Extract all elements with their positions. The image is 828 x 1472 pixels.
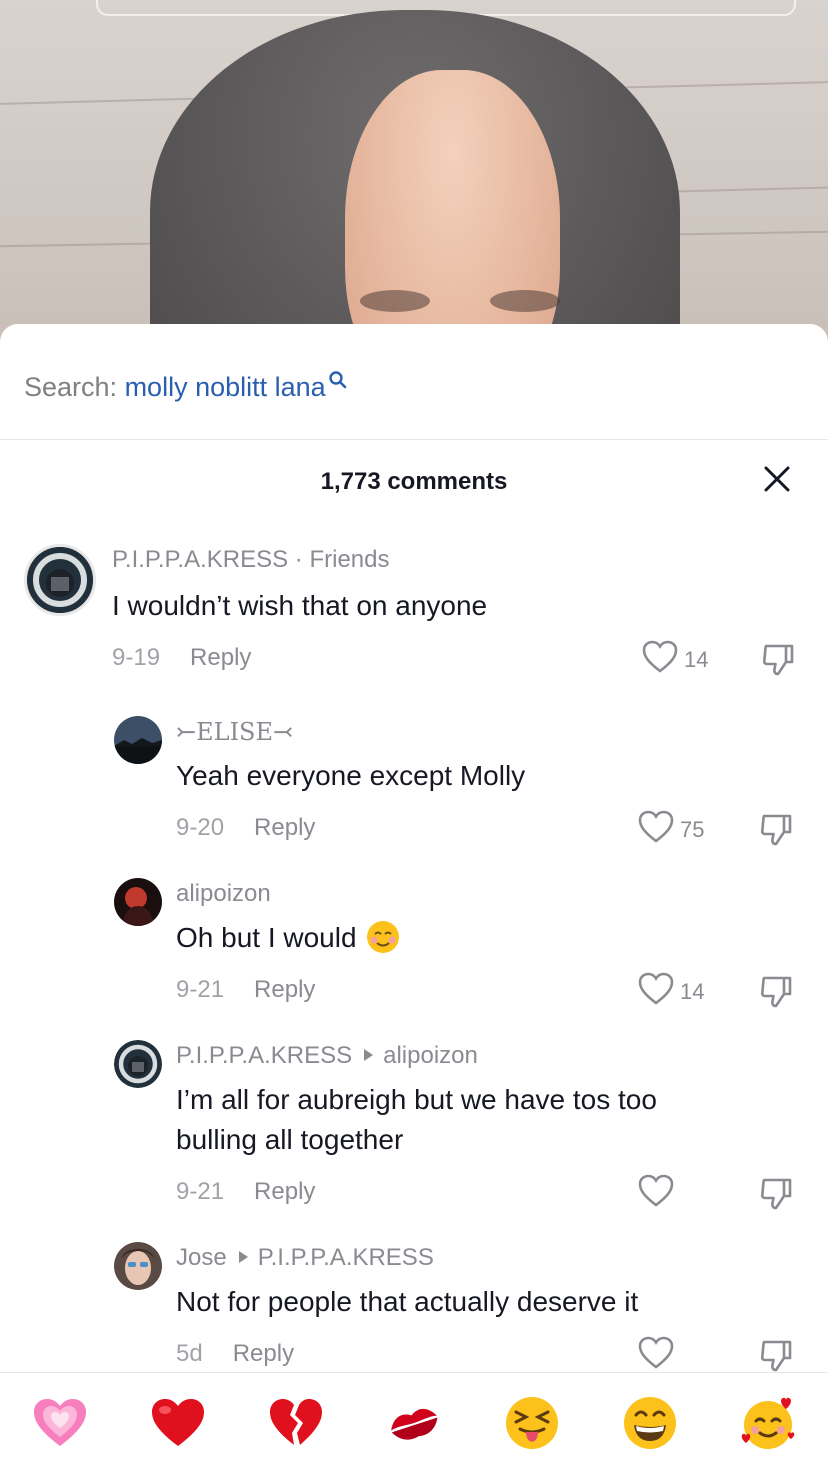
- reply-button[interactable]: Reply: [254, 814, 315, 841]
- reply-to-username[interactable]: P.I.P.P.A.KRESS: [258, 1244, 434, 1271]
- reply-arrow-icon: [238, 1251, 248, 1263]
- comment-text: I wouldn’t wish that on anyone: [112, 590, 488, 621]
- heart-icon: [642, 640, 678, 679]
- comment-text: Not for people that actually deserve it: [176, 1286, 639, 1317]
- like-count: 14: [684, 646, 709, 672]
- person-face: [345, 70, 560, 360]
- comment-date: 9-20: [176, 814, 225, 841]
- reply-button[interactable]: Reply: [233, 1340, 294, 1367]
- like-button[interactable]: 75: [638, 810, 704, 849]
- like-count: 14: [680, 978, 705, 1004]
- dislike-icon[interactable]: [758, 974, 794, 1010]
- dislike-icon[interactable]: [758, 812, 794, 848]
- like-button[interactable]: [638, 1336, 680, 1375]
- comment-date: 9-21: [176, 1178, 225, 1205]
- comment-date: 9-19: [112, 644, 161, 671]
- avatar[interactable]: [114, 1242, 162, 1290]
- grinning-emoji[interactable]: [620, 1393, 680, 1453]
- comment-meta: 9-21 Reply: [176, 1178, 315, 1206]
- smiling-hearts-emoji[interactable]: [738, 1393, 798, 1453]
- growing-heart-emoji[interactable]: [30, 1393, 90, 1453]
- search-icon: [328, 366, 348, 389]
- like-button[interactable]: 14: [638, 972, 704, 1011]
- comment-meta: 9-19 Reply: [112, 644, 251, 672]
- reply-button[interactable]: Reply: [254, 976, 315, 1003]
- kiss-mark-emoji[interactable]: [384, 1393, 444, 1453]
- dislike-icon[interactable]: [758, 1338, 794, 1374]
- avatar[interactable]: [114, 1040, 162, 1088]
- comment-username[interactable]: P.I.P.P.A.KRESS alipoizon: [176, 1042, 478, 1070]
- comment-date: 9-21: [176, 976, 225, 1003]
- smiling-face-emoji: [365, 919, 401, 955]
- like-button[interactable]: [638, 1174, 680, 1213]
- reply-button[interactable]: Reply: [190, 644, 251, 671]
- heart-icon: [638, 810, 674, 849]
- red-heart-emoji[interactable]: [148, 1393, 208, 1453]
- comment-username[interactable]: alipoizon: [176, 880, 271, 908]
- comment-date: 5d: [176, 1340, 203, 1367]
- like-count: 75: [680, 816, 705, 842]
- search-label-text: Search:: [24, 372, 125, 402]
- dislike-icon[interactable]: [758, 1176, 794, 1212]
- avatar[interactable]: [114, 716, 162, 764]
- heart-icon: [638, 972, 674, 1011]
- comment-username[interactable]: P.I.P.P.A.KRESS · Friends: [112, 546, 389, 574]
- heart-icon: [638, 1336, 674, 1375]
- dislike-icon[interactable]: [760, 642, 796, 678]
- close-icon[interactable]: [762, 464, 792, 494]
- search-suggestion-row[interactable]: Search: molly noblitt lana: [0, 324, 828, 440]
- comment-meta: 5d Reply: [176, 1340, 294, 1368]
- video-preview[interactable]: [0, 0, 828, 360]
- squinting-tongue-emoji[interactable]: [502, 1393, 562, 1453]
- search-term[interactable]: molly noblitt lana: [125, 372, 326, 402]
- comment-meta: 9-20 Reply: [176, 814, 315, 842]
- avatar[interactable]: [114, 878, 162, 926]
- avatar[interactable]: [24, 544, 96, 616]
- broken-heart-emoji[interactable]: [266, 1393, 326, 1453]
- friends-tag: · Friends: [288, 546, 390, 573]
- like-button[interactable]: 14: [642, 640, 708, 679]
- search-suggestion[interactable]: Search: molly noblitt lana: [24, 366, 348, 403]
- reply-arrow-icon: [364, 1049, 374, 1061]
- comment-text: Oh but I would: [176, 918, 401, 958]
- comment-meta: 9-21 Reply: [176, 976, 315, 1004]
- comment-username[interactable]: Jose P.I.P.P.A.KRESS: [176, 1244, 434, 1272]
- reply-button[interactable]: Reply: [254, 1178, 315, 1205]
- heart-icon: [638, 1174, 674, 1213]
- comment-text: I’m all for aubreigh but we have tos too…: [176, 1084, 657, 1155]
- comment-text: Yeah everyone except Molly: [176, 760, 526, 791]
- comments-count-title: 1,773 comments: [320, 468, 508, 495]
- reply-to-username[interactable]: alipoizon: [383, 1042, 478, 1069]
- comment-username[interactable]: ⤚ELISE⤙: [176, 718, 293, 746]
- emoji-quick-bar: [0, 1372, 828, 1472]
